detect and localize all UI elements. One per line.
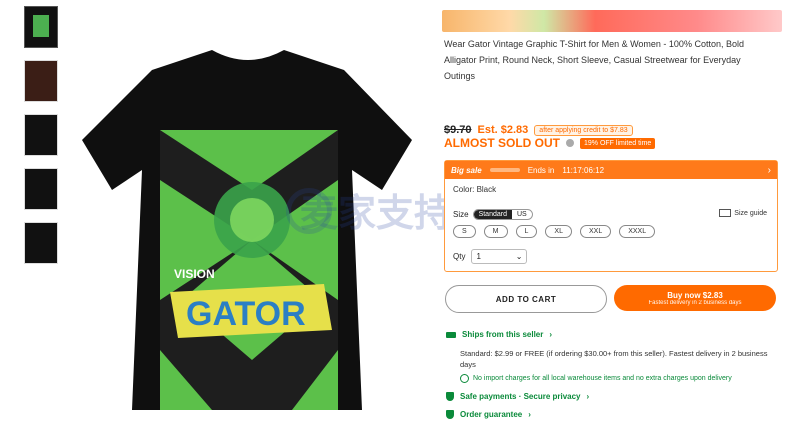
order-guarantee-label: Order guarantee <box>460 410 523 419</box>
size-option-l[interactable]: L <box>515 225 538 238</box>
ships-from-seller-link[interactable]: Ships from this seller › <box>446 330 552 339</box>
color-label: Color: Black <box>453 185 497 194</box>
chevron-right-icon: › <box>586 392 590 401</box>
chevron-right-icon[interactable]: › <box>768 165 771 176</box>
thumbnail-5[interactable] <box>24 222 58 264</box>
add-to-cart-button[interactable]: ADD TO CART <box>445 285 607 313</box>
watermark-text: 麦家支持 <box>300 191 453 235</box>
size-option-xxl[interactable]: XXL <box>579 225 612 238</box>
quantity-label: Qty <box>453 252 466 261</box>
size-standard-toggle[interactable]: Standard US <box>472 209 533 220</box>
product-title: Wear Gator Vintage Graphic T-Shirt for M… <box>444 39 744 81</box>
chevron-right-icon: › <box>528 410 531 419</box>
size-options: S M L XL XXL XXXL <box>453 225 656 238</box>
ends-in-label: Ends in <box>527 165 555 175</box>
buy-now-label: Buy now $2.83 <box>667 290 723 300</box>
size-row: Size Standard US <box>453 209 533 220</box>
stock-status: ALMOST SOLD OUT <box>444 136 560 150</box>
thumbnail-1[interactable] <box>24 6 58 48</box>
thumbnail-2[interactable] <box>24 60 58 102</box>
buy-now-sublabel: Fastest delivery in 2 business days <box>648 299 742 306</box>
chevron-right-icon: › <box>549 330 553 339</box>
import-note-text: No import charges for all local warehous… <box>473 375 732 382</box>
buy-now-button[interactable]: Buy now $2.83 Fastest delivery in 2 busi… <box>614 285 776 311</box>
size-option-m[interactable]: M <box>483 225 508 238</box>
chevron-down-icon: ⌄ <box>515 252 523 261</box>
countdown-timer: 11:17:06:12 <box>562 165 605 175</box>
truck-icon <box>446 331 456 338</box>
safe-payments-label: Safe payments · Secure privacy <box>460 392 581 401</box>
coupon-note[interactable]: after applying credit to $7.83 <box>534 124 633 136</box>
sale-panel-header[interactable]: Big sale Ends in 11:17:06:12 › <box>445 161 777 179</box>
thumbnail-4[interactable] <box>24 168 58 210</box>
safe-payments-link[interactable]: Safe payments · Secure privacy › <box>446 392 589 401</box>
quantity-value: 1 <box>476 252 481 261</box>
size-us-option[interactable]: US <box>512 210 532 219</box>
ruler-icon <box>719 209 732 217</box>
thumbnail-gallery <box>24 6 58 276</box>
ships-heading: Ships from this seller <box>462 330 544 339</box>
size-option-xl[interactable]: XL <box>545 225 572 238</box>
discount-badge: 19% OFF limited time <box>580 137 656 149</box>
shirt-graphic-top: VISION <box>174 267 215 281</box>
size-option-s[interactable]: S <box>453 225 476 238</box>
big-sale-label: Big sale <box>451 165 482 175</box>
info-icon[interactable] <box>566 139 574 147</box>
import-note: No import charges for all local warehous… <box>460 374 732 383</box>
size-standard-option[interactable]: Standard <box>473 210 512 219</box>
order-guarantee-link[interactable]: Order guarantee › <box>446 410 531 419</box>
blurred-title-bar <box>442 10 782 32</box>
estimated-price: Est. $2.83 <box>477 124 529 136</box>
size-guide-link[interactable]: Size guide <box>719 209 767 217</box>
shirt-graphic-main: GATOR <box>186 295 306 333</box>
size-label: Size <box>453 210 469 219</box>
check-icon <box>460 374 469 383</box>
sale-progress-bar <box>489 168 520 172</box>
thumbnail-3[interactable] <box>24 114 58 156</box>
quantity-select[interactable]: 1 ⌄ <box>471 249 528 264</box>
shield-icon <box>446 392 454 401</box>
stock-row: ALMOST SOLD OUT 19% OFF limited time <box>444 136 656 150</box>
old-price: $9.70 <box>444 124 472 136</box>
size-guide-label: Size guide <box>734 209 767 217</box>
shipping-details: Standard: $2.99 or FREE (if ordering $30… <box>460 349 768 369</box>
guarantee-icon <box>446 410 454 419</box>
size-option-xxxl[interactable]: XXXL <box>619 225 656 238</box>
sale-panel: Big sale Ends in 11:17:06:12 › Color: Bl… <box>444 160 778 272</box>
quantity-row: Qty 1 ⌄ <box>453 249 528 264</box>
